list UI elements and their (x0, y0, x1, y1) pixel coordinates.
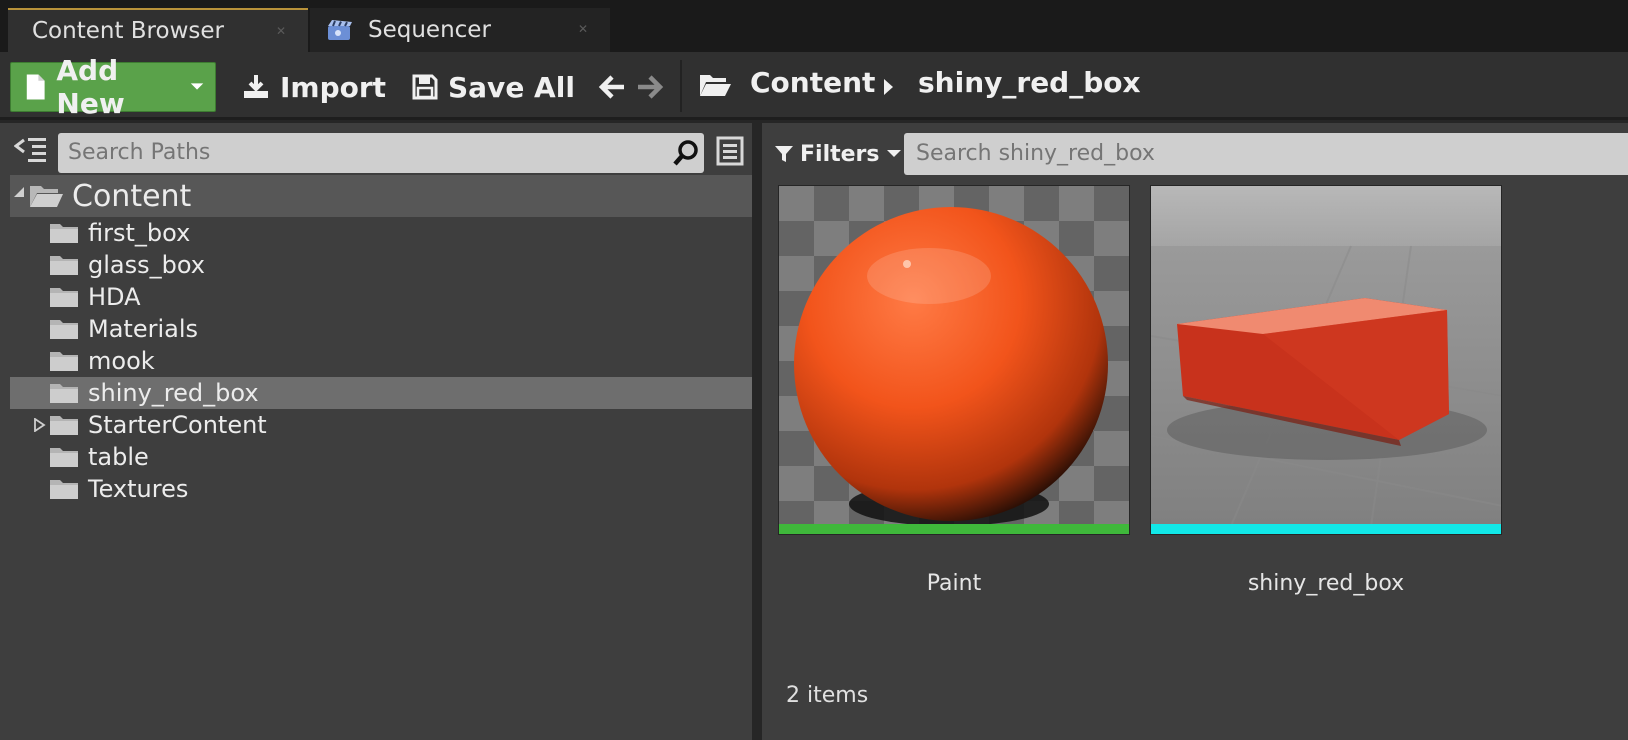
folder-icon (50, 256, 78, 275)
back-arrow-icon[interactable] (598, 74, 626, 100)
dropdown-arrow-icon (190, 83, 204, 90)
sources-toggle-icon[interactable] (14, 136, 48, 164)
search-icon[interactable] (672, 139, 700, 167)
add-new-file-icon (26, 74, 45, 100)
import-icon (244, 75, 268, 98)
tree-item-glass-box[interactable]: glass_box (10, 249, 752, 281)
forward-arrow-icon[interactable] (636, 74, 664, 100)
asset-tile-paint[interactable] (778, 185, 1130, 535)
asset-name-label: Paint (926, 571, 982, 596)
folder-icon (50, 320, 78, 339)
tree-item-label: Textures (88, 475, 189, 503)
tree-item-table[interactable]: table (10, 441, 752, 473)
tree-item-label: shiny_red_box (88, 379, 259, 407)
toolbar-divider (680, 60, 682, 112)
import-button[interactable]: Import (242, 62, 386, 112)
tree-item-label: glass_box (88, 251, 205, 279)
breadcrumb-content[interactable]: Content (750, 66, 875, 99)
tree-item-label: table (88, 443, 149, 471)
folder-icon (50, 480, 78, 499)
asset-view-panel: Filters Search shiny_red_box Paint shiny… (762, 123, 1628, 740)
expand-arrow-icon[interactable] (12, 185, 26, 199)
tree-item-startercontent[interactable]: StarterContent (10, 409, 752, 441)
tree-item-materials[interactable]: Materials (10, 313, 752, 345)
tree-item-label: StarterContent (88, 411, 267, 439)
folder-icon (50, 352, 78, 371)
material-thumbnail (779, 186, 1129, 526)
tree-item-shiny-red-box[interactable]: shiny_red_box (10, 377, 752, 409)
search-paths-input[interactable] (58, 133, 704, 173)
asset-type-bar (1151, 524, 1501, 534)
folder-open-icon (700, 75, 731, 96)
tab-content-browser-label: Content Browser (32, 18, 224, 44)
tree-item-first-box[interactable]: first_box (10, 217, 752, 249)
filters-label: Filters (800, 141, 880, 167)
import-label: Import (280, 70, 387, 104)
filter-icon (775, 146, 793, 162)
close-icon[interactable]: ✕ (274, 24, 288, 38)
tree-item-label: HDA (88, 283, 141, 311)
breadcrumb-shiny-red-box[interactable]: shiny_red_box (918, 66, 1141, 99)
tree-item-label: mook (88, 347, 155, 375)
tree-item-label: Materials (88, 315, 199, 343)
save-all-button[interactable]: Save All (412, 62, 575, 112)
folder-list: first_box glass_box HDA Materials mook shiny_… (10, 217, 752, 505)
close-icon[interactable]: ✕ (576, 22, 590, 36)
folder-icon (50, 288, 78, 307)
filters-button[interactable]: Filters (774, 135, 908, 173)
tab-sequencer[interactable]: Sequencer ✕ (310, 8, 610, 52)
tree-item-textures[interactable]: Textures (10, 473, 752, 505)
tab-sequencer-label: Sequencer (368, 17, 491, 43)
tree-item-hda[interactable]: HDA (10, 281, 752, 313)
asset-tile-shiny-red-box[interactable] (1150, 185, 1502, 535)
asset-type-bar (779, 524, 1129, 534)
add-new-label: Add New (56, 54, 125, 120)
folder-icon (50, 448, 78, 467)
add-new-button[interactable]: Add New (10, 54, 216, 120)
save-icon (412, 74, 438, 100)
item-count: 2 items (786, 683, 869, 708)
folder-tree: Content first_box glass_box HDA Materials mo… (10, 175, 752, 505)
folder-icon (50, 416, 78, 435)
tree-item-mook[interactable]: mook (10, 345, 752, 377)
breadcrumb-arrow-icon[interactable] (882, 78, 894, 96)
folder-open-icon (30, 186, 63, 207)
toolbar: Add New Import Save All Content shiny_re… (0, 52, 1628, 120)
tab-content-browser[interactable]: Content Browser ✕ (8, 8, 308, 52)
tree-item-label: first_box (88, 219, 191, 247)
folder-icon (50, 384, 78, 403)
sources-panel: Content first_box glass_box HDA Materials mo… (0, 123, 760, 740)
tree-item-label: Content (72, 178, 192, 214)
static-mesh-thumbnail (1151, 186, 1501, 526)
folder-icon (50, 224, 78, 243)
sequencer-icon (328, 20, 352, 40)
tab-bar: Content Browser ✕ Sequencer ✕ (0, 0, 1628, 52)
panel-splitter[interactable] (752, 123, 762, 740)
list-view-icon[interactable] (716, 136, 744, 166)
collapsed-arrow-icon[interactable] (32, 418, 46, 432)
tree-item-content[interactable]: Content (10, 175, 752, 217)
dropdown-arrow-icon (886, 150, 901, 157)
asset-name-label: shiny_red_box (1247, 571, 1405, 596)
search-assets-input[interactable] (904, 133, 1628, 175)
save-all-label: Save All (448, 70, 575, 104)
